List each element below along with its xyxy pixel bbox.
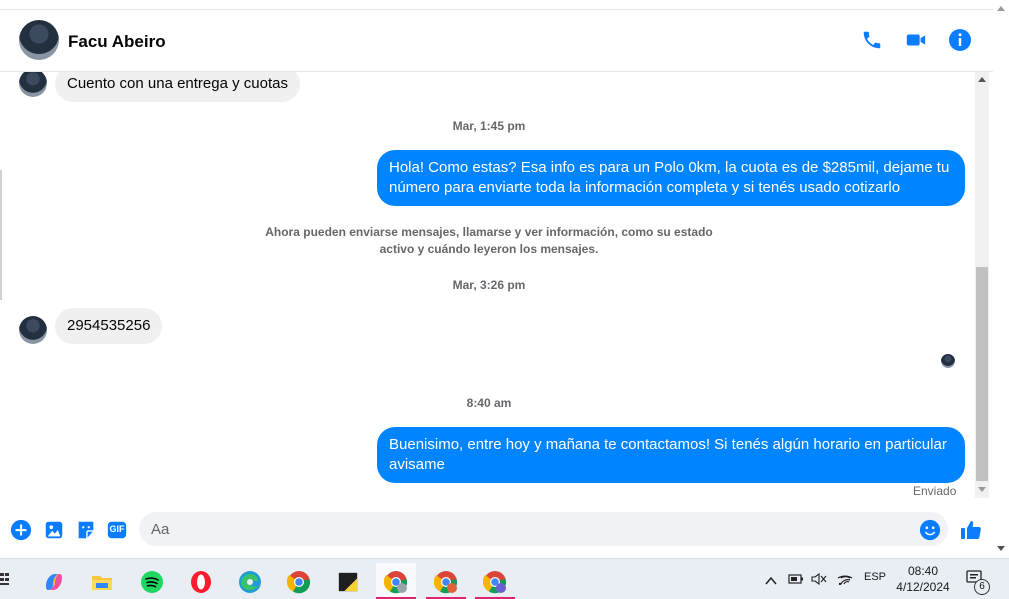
phone-icon[interactable]: [860, 28, 884, 52]
spotify-icon[interactable]: [132, 563, 172, 599]
opera-icon[interactable]: [181, 563, 221, 599]
contact-name[interactable]: Facu Abeiro: [68, 32, 166, 52]
video-camera-icon[interactable]: [904, 28, 928, 52]
message-status: Enviado: [913, 484, 957, 498]
notice-line: activo y cuándo leyeron los mensajes.: [379, 242, 599, 256]
chrome-profile-y-icon[interactable]: [376, 563, 416, 599]
notification-count: 6: [979, 581, 985, 592]
windows-taskbar: ESP 08:40 4/12/2024 6: [0, 558, 1009, 599]
chrome-profile-c-icon[interactable]: [475, 563, 515, 599]
emoji-icon[interactable]: [919, 519, 941, 541]
messages-scrollbar[interactable]: [975, 72, 989, 498]
message-timestamp: Mar, 3:26 pm: [452, 278, 526, 292]
message-composer: GIF: [0, 500, 993, 558]
message-timestamp: 8:40 am: [466, 396, 512, 410]
input-language-indicator[interactable]: ESP: [864, 571, 886, 583]
edge-icon[interactable]: [230, 563, 270, 599]
page-scroll-down-arrow-icon[interactable]: [997, 546, 1005, 551]
scrollbar-thumb[interactable]: [976, 267, 988, 481]
notice-line: Ahora pueden enviarse mensajes, llamarse…: [265, 225, 713, 239]
contact-avatar-small: [19, 316, 47, 344]
incoming-message[interactable]: 2954535256: [55, 308, 163, 344]
plus-icon[interactable]: [10, 519, 32, 541]
system-clock[interactable]: 08:40 4/12/2024: [890, 563, 956, 595]
incoming-message[interactable]: Cuento con una entrega y cuotas: [55, 72, 300, 102]
contact-avatar-small: [19, 72, 47, 97]
notification-count-badge: 6: [974, 579, 990, 595]
outgoing-message[interactable]: Hola! Como estas? Esa info es para un Po…: [377, 150, 965, 206]
chrome-icon[interactable]: [279, 563, 319, 599]
file-explorer-icon[interactable]: [82, 563, 122, 599]
chrome-profile-r-icon[interactable]: [426, 563, 466, 599]
chevron-up-icon[interactable]: [765, 573, 777, 591]
clock-time: 08:40: [907, 564, 939, 578]
message-list[interactable]: Cuento con una entrega y cuotas Mar, 1:4…: [0, 72, 975, 500]
sticky-notes-icon[interactable]: [328, 563, 368, 599]
scroll-up-arrow-icon[interactable]: [978, 77, 986, 82]
clock-date: 4/12/2024: [896, 580, 950, 594]
conversation-header: Facu Abeiro: [0, 9, 993, 72]
message-input[interactable]: [139, 512, 948, 546]
contact-avatar[interactable]: [19, 20, 59, 60]
info-icon[interactable]: [948, 28, 972, 52]
divider: [0, 170, 2, 300]
thumbs-up-icon[interactable]: [959, 519, 983, 541]
gif-label: GIF: [109, 524, 125, 534]
widgets-icon[interactable]: [0, 571, 10, 587]
seen-indicator-avatar: [941, 354, 955, 368]
messenger-window: Facu Abeiro Cuento con una entrega y cuo…: [0, 0, 1009, 599]
battery-icon[interactable]: [788, 572, 804, 590]
connection-notice: Ahora pueden enviarse mensajes, llamarse…: [239, 224, 739, 258]
page-scrollbar[interactable]: [993, 0, 1009, 558]
scroll-down-arrow-icon[interactable]: [978, 487, 986, 492]
outgoing-message[interactable]: Buenisimo, entre hoy y mañana te contact…: [377, 427, 965, 483]
speaker-muted-icon[interactable]: [811, 572, 827, 590]
copilot-icon[interactable]: [34, 563, 74, 599]
page-scroll-up-arrow-icon[interactable]: [997, 6, 1005, 11]
image-icon[interactable]: [43, 519, 65, 541]
message-timestamp: Mar, 1:45 pm: [452, 119, 526, 133]
sticker-icon[interactable]: [75, 519, 97, 541]
gif-icon[interactable]: GIF: [106, 519, 128, 541]
wifi-icon[interactable]: [837, 571, 853, 590]
